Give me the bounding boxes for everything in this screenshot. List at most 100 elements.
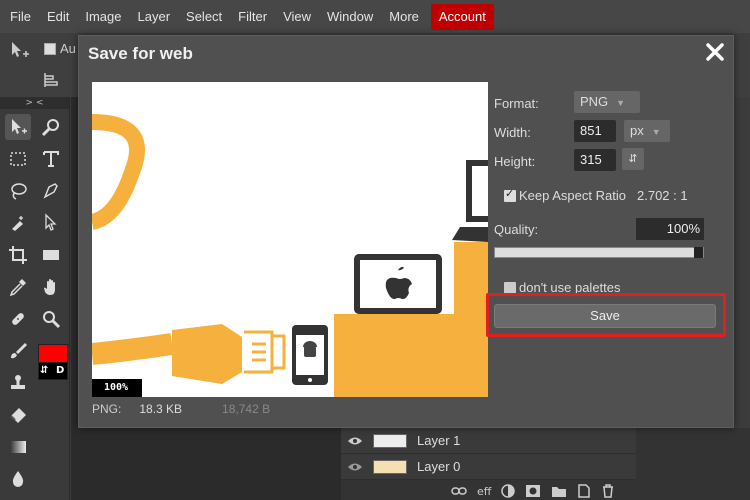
eye-icon[interactable]: [347, 462, 363, 472]
save-button[interactable]: Save: [494, 304, 716, 328]
lasso-icon: [11, 183, 27, 200]
rectangle-icon: [43, 250, 59, 260]
paintbrush-icon: [11, 343, 27, 359]
eraser-tool[interactable]: [5, 402, 31, 428]
hand-tool[interactable]: [38, 274, 64, 300]
mask-icon[interactable]: [525, 484, 541, 498]
preview-artwork: [92, 114, 488, 397]
text-t-icon: [43, 151, 59, 167]
save-for-web-dialog: Save for web 100% PNG: 18.3 KB 18,742 B …: [78, 35, 734, 428]
bandage-icon: [12, 313, 24, 325]
align-icon[interactable]: [42, 71, 60, 89]
trash-icon[interactable]: [601, 484, 615, 498]
layer-row-0[interactable]: Layer 0: [341, 454, 636, 480]
crop-icon: [9, 246, 27, 264]
tool-panel: > < ⇵ D: [0, 97, 70, 500]
droplet-icon: [12, 471, 24, 487]
close-icon[interactable]: [703, 40, 727, 64]
auto-select-label: Au: [60, 41, 76, 56]
menu-filter[interactable]: Filter: [230, 4, 275, 30]
effects-button[interactable]: eff: [477, 485, 491, 498]
tool-panel-collapse[interactable]: > <: [0, 97, 69, 109]
layer-row-1[interactable]: Layer 1: [341, 428, 636, 454]
format-value: PNG: [580, 94, 609, 109]
move-arrow-icon: [12, 119, 27, 134]
crop-tool[interactable]: [5, 242, 31, 268]
path-select-tool[interactable]: [38, 210, 64, 236]
menu-layer[interactable]: Layer: [130, 4, 179, 30]
size-format-label: PNG:: [92, 402, 122, 416]
keep-aspect-label: Keep Aspect Ratio: [519, 188, 626, 203]
auto-select-checkbox[interactable]: [44, 43, 56, 55]
default-colors-button[interactable]: D: [56, 365, 64, 376]
menu-image[interactable]: Image: [77, 4, 129, 30]
height-input[interactable]: 315: [574, 149, 616, 171]
dialog-title: Save for web: [88, 44, 193, 63]
unit-value: px: [630, 123, 644, 138]
gradient-icon: [10, 441, 26, 453]
layer-thumbnail: [373, 433, 407, 448]
size-kb: 18.3 KB: [139, 402, 183, 416]
quick-select-tool[interactable]: [5, 210, 31, 236]
quality-slider-handle[interactable]: [694, 247, 703, 258]
link-icon[interactable]: [451, 485, 467, 497]
marquee-icon: [10, 152, 26, 166]
menu-file[interactable]: File: [2, 4, 39, 30]
unit-select[interactable]: px ▼: [624, 120, 670, 142]
size-bytes: 18,742 B: [222, 402, 271, 416]
adjustment-icon[interactable]: [501, 484, 516, 498]
stamp-icon: [11, 375, 25, 389]
layer-name: Layer 1: [417, 433, 461, 448]
menu-edit[interactable]: Edit: [39, 4, 77, 30]
move-tool[interactable]: [5, 114, 31, 140]
hand-icon: [44, 279, 55, 295]
layer-footer: eff: [451, 484, 615, 498]
menu-window[interactable]: Window: [319, 4, 381, 30]
zoom-tool[interactable]: [38, 114, 64, 140]
quality-label: Quality:: [494, 222, 539, 237]
new-layer-icon[interactable]: [577, 484, 591, 498]
lasso-tool[interactable]: [5, 178, 31, 204]
width-label: Width:: [494, 125, 531, 140]
gradient-tool[interactable]: [5, 434, 31, 460]
menu-select[interactable]: Select: [178, 4, 230, 30]
quality-input[interactable]: 100%: [636, 218, 704, 240]
eyedropper-icon: [9, 279, 26, 297]
stamp-tool[interactable]: [5, 370, 31, 396]
chevron-down-icon: ▼: [651, 127, 661, 137]
format-label: Format:: [494, 96, 539, 111]
marquee-tool[interactable]: [5, 146, 31, 172]
blur-tool[interactable]: [5, 466, 31, 492]
brush-select-icon: [12, 216, 23, 231]
shape-tool[interactable]: [38, 242, 64, 268]
zoom-level-badge: 100%: [92, 379, 142, 397]
magnifier-icon: [41, 119, 59, 137]
healing-tool[interactable]: [5, 306, 31, 332]
text-tool[interactable]: [38, 146, 64, 172]
zoom-icon: [43, 311, 61, 329]
account-button[interactable]: Account: [430, 3, 494, 30]
path-arrow-icon: [45, 213, 57, 231]
width-input[interactable]: 851: [574, 120, 616, 142]
layer-thumbnail: [373, 459, 407, 474]
quality-slider[interactable]: [494, 247, 704, 258]
layers-panel: Layer 1 Layer 0 eff: [341, 428, 750, 500]
menu-more[interactable]: More: [381, 4, 427, 30]
swap-dimensions-button[interactable]: ⇵: [622, 148, 644, 170]
folder-icon[interactable]: [551, 484, 567, 498]
swap-colors-icon[interactable]: ⇵: [40, 365, 48, 376]
menu-view[interactable]: View: [275, 4, 319, 30]
magnify-tool[interactable]: [38, 306, 64, 332]
menu-bar: File Edit Image Layer Select Filter View…: [0, 0, 750, 33]
brush-tool[interactable]: [5, 338, 31, 364]
eyedropper-tool[interactable]: [5, 274, 31, 300]
format-select[interactable]: PNG ▼: [574, 91, 640, 113]
image-preview[interactable]: [92, 82, 488, 397]
layer-name: Layer 0: [417, 459, 461, 474]
aspect-ratio-value: 2.702 : 1: [637, 188, 688, 203]
keep-aspect-checkbox[interactable]: [504, 187, 516, 202]
eraser-icon: [10, 408, 26, 423]
eye-icon[interactable]: [347, 436, 363, 446]
pen-tool[interactable]: [38, 178, 64, 204]
move-tool-icon[interactable]: [8, 39, 30, 61]
